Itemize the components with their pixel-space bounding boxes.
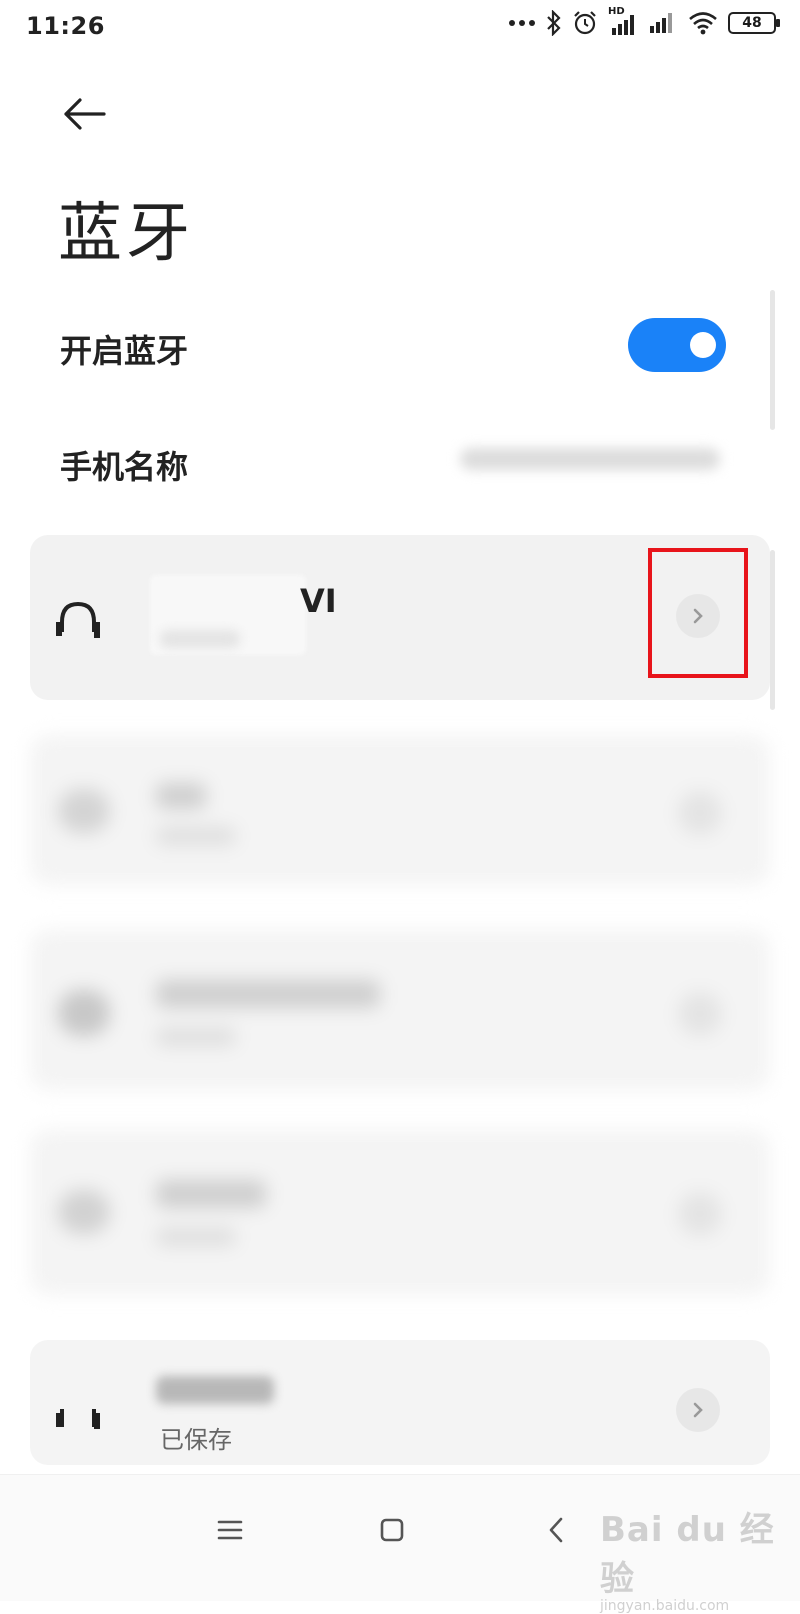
bluetooth-icon — [547, 10, 561, 36]
chevron-right-icon — [693, 1402, 703, 1418]
device-name-label: 手机名称 — [60, 448, 189, 486]
status-icons: HD 48 — [508, 6, 780, 36]
scrollbar[interactable] — [770, 290, 775, 430]
device-name-partial: VI — [300, 582, 337, 620]
menu-icon — [217, 1520, 243, 1540]
watermark: Bai du 经验 jingyan.baidu.com — [600, 1502, 800, 1614]
nav-back-button[interactable] — [526, 1500, 586, 1560]
back-button[interactable] — [58, 92, 112, 136]
device-icon — [58, 990, 110, 1036]
home-icon — [380, 1518, 404, 1542]
device-name-obscured — [156, 1376, 274, 1404]
device-name-obscured — [156, 783, 206, 809]
device-name-obscured — [156, 1180, 266, 1208]
device-status-obscured — [156, 1228, 236, 1246]
menu-button[interactable] — [200, 1500, 260, 1560]
signal-icon — [650, 13, 672, 33]
device-card[interactable] — [30, 735, 770, 885]
device-name-obscured — [156, 980, 380, 1008]
status-time: 11:26 — [26, 12, 105, 40]
device-detail-button[interactable] — [676, 1388, 720, 1432]
battery-icon: 48 — [728, 12, 780, 34]
toggle-knob — [690, 332, 716, 358]
headphones-icon — [56, 601, 100, 638]
device-card[interactable] — [30, 1340, 770, 1465]
watermark-logo: Bai du 经验 — [600, 1510, 775, 1599]
device-status: 已保存 — [160, 1426, 232, 1454]
scrollbar[interactable] — [770, 550, 775, 710]
back-icon — [549, 1517, 563, 1543]
page-title: 蓝牙 — [58, 197, 194, 271]
watermark-url: jingyan.baidu.com — [600, 1598, 730, 1614]
device-detail-button[interactable] — [678, 791, 722, 835]
device-status-obscured — [156, 827, 236, 845]
back-arrow-icon — [64, 98, 106, 130]
device-card[interactable] — [30, 1130, 770, 1295]
device-icon — [58, 789, 110, 833]
highlight-box — [648, 548, 748, 678]
device-detail-button[interactable] — [678, 992, 722, 1036]
bluetooth-toggle-label: 开启蓝牙 — [60, 332, 189, 370]
bluetooth-toggle-switch[interactable] — [628, 318, 726, 372]
device-card[interactable] — [30, 930, 770, 1090]
more-icon — [509, 20, 535, 26]
device-detail-button[interactable] — [678, 1192, 722, 1236]
home-button[interactable] — [362, 1500, 422, 1560]
device-status-obscured — [160, 630, 240, 648]
device-name-value-obscured — [460, 448, 720, 470]
battery-level: 48 — [742, 15, 762, 31]
wifi-icon — [689, 12, 717, 35]
device-icon — [58, 1190, 110, 1234]
device-status-obscured — [156, 1028, 236, 1046]
alarm-icon — [574, 11, 596, 35]
hd-signal-icon: HD — [608, 6, 638, 36]
headphones-icon — [56, 1409, 100, 1429]
